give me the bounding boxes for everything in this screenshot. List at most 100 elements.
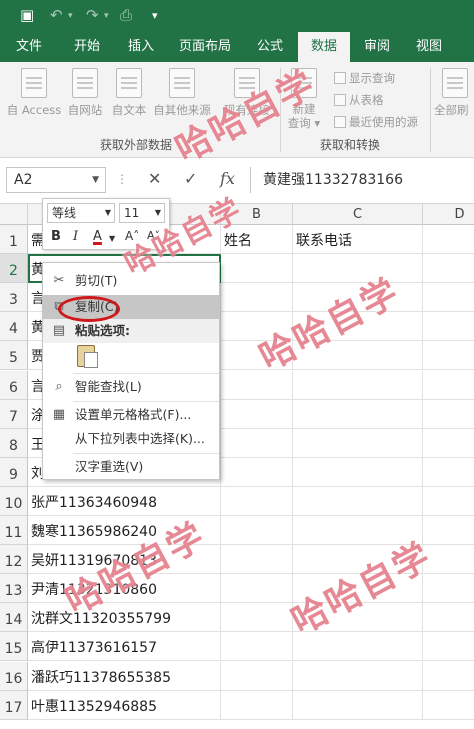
cell-c[interactable] — [293, 661, 423, 691]
print-preview-icon[interactable]: ⎙ — [120, 6, 132, 24]
redo-icon[interactable]: ↷ — [86, 6, 99, 24]
cell-d[interactable] — [423, 632, 474, 662]
recent-sources-button[interactable]: 最近使用的源 — [334, 114, 418, 130]
row-header[interactable]: 4 — [0, 312, 28, 342]
cell-d[interactable] — [423, 225, 474, 255]
cell-b[interactable] — [221, 486, 293, 516]
chevron-down-icon[interactable]: ▼ — [109, 234, 115, 243]
from-table-button[interactable]: 从表格 — [334, 92, 384, 108]
cell-d[interactable] — [423, 691, 474, 720]
font-color-button[interactable]: A — [93, 229, 102, 244]
cell-b[interactable] — [221, 399, 293, 429]
cell-b[interactable] — [221, 603, 293, 633]
menu-item-format-cells[interactable]: ▦ 设置单元格格式(F)... — [43, 403, 219, 427]
cell-a[interactable]: 高伊11373616157 — [28, 632, 221, 662]
tab-review[interactable]: 审阅 — [354, 32, 400, 62]
tab-insert[interactable]: 插入 — [118, 32, 164, 62]
cell-a[interactable]: 潘跃巧11378655385 — [28, 661, 221, 691]
cancel-icon[interactable]: ✕ — [148, 169, 161, 188]
show-queries-button[interactable]: 显示查询 — [334, 70, 395, 86]
row-header[interactable]: 9 — [0, 457, 28, 487]
undo-dropdown-icon[interactable]: ▾ — [68, 11, 73, 21]
cell-c[interactable] — [293, 399, 423, 429]
cell-b[interactable] — [221, 545, 293, 575]
cell-d[interactable] — [423, 574, 474, 604]
cell-b[interactable] — [221, 632, 293, 662]
chevron-down-icon[interactable]: ▼ — [92, 168, 99, 192]
column-header-c[interactable]: C — [293, 204, 423, 225]
font-size-field[interactable]: 11 ▼ — [119, 203, 165, 223]
cell-d[interactable] — [423, 371, 474, 400]
menu-item-pick-from-list[interactable]: 从下拉列表中选择(K)... — [43, 427, 219, 451]
cell-d[interactable] — [423, 662, 474, 691]
row-header[interactable]: 5 — [0, 341, 28, 371]
cell-c[interactable] — [293, 370, 423, 400]
cell-d[interactable] — [423, 603, 474, 633]
row-header[interactable]: 6 — [0, 370, 28, 400]
from-web-button[interactable]: 自网站 — [62, 68, 108, 118]
more-options-icon[interactable]: ⋮ — [116, 172, 128, 186]
row-header[interactable]: 10 — [0, 486, 28, 516]
cell-d[interactable] — [423, 400, 474, 429]
menu-item-reconvert[interactable]: 汉字重选(V) — [43, 455, 219, 479]
row-header[interactable]: 11 — [0, 516, 28, 546]
formula-input[interactable]: 黄建强11332783166 — [250, 167, 474, 193]
tab-home[interactable]: 开始 — [62, 32, 112, 62]
tab-view[interactable]: 视图 — [406, 32, 452, 62]
row-header[interactable]: 7 — [0, 399, 28, 429]
cell-b[interactable] — [221, 690, 293, 720]
save-icon[interactable]: ▣ — [20, 6, 34, 24]
customize-qat-icon[interactable]: ▾ — [152, 9, 158, 22]
refresh-all-button[interactable]: 全部刷 — [434, 68, 474, 118]
enter-icon[interactable]: ✓ — [184, 169, 197, 188]
row-header[interactable]: 13 — [0, 574, 28, 604]
cell-a[interactable]: 沈群文11320355799 — [28, 603, 221, 633]
chevron-down-icon[interactable]: ▼ — [105, 204, 111, 222]
cell-b[interactable] — [221, 661, 293, 691]
cell-d[interactable] — [423, 487, 474, 516]
tab-file[interactable]: 文件 — [6, 32, 52, 62]
tab-page-layout[interactable]: 页面布局 — [172, 32, 238, 62]
cell-d[interactable] — [423, 516, 474, 546]
bold-button[interactable]: B — [51, 229, 61, 244]
cell-d[interactable] — [423, 458, 474, 487]
font-name-field[interactable]: 等线 ▼ — [47, 203, 115, 223]
row-header[interactable]: 16 — [0, 661, 28, 691]
cell-a[interactable]: 张严11363460948 — [28, 486, 221, 516]
menu-item-smart-lookup[interactable]: ⌕ 智能查找(L) — [43, 375, 219, 399]
cell-a[interactable]: 叶惠11352946885 — [28, 690, 221, 720]
cell-d[interactable] — [423, 254, 474, 284]
cell-d[interactable] — [423, 312, 474, 342]
row-header[interactable]: 12 — [0, 545, 28, 575]
redo-dropdown-icon[interactable]: ▾ — [104, 11, 109, 21]
cell-c[interactable] — [293, 457, 423, 487]
cell-c[interactable]: 联系电话 — [293, 225, 423, 255]
cell-c[interactable] — [293, 486, 423, 516]
cell-c[interactable] — [293, 428, 423, 458]
cell-d[interactable] — [423, 341, 474, 371]
row-header[interactable]: 1 — [0, 225, 28, 255]
cell-b[interactable] — [221, 283, 293, 313]
italic-button[interactable]: I — [73, 229, 78, 244]
paste-icon[interactable] — [77, 345, 98, 368]
select-all-corner[interactable] — [0, 204, 28, 225]
undo-icon[interactable]: ↶ — [50, 6, 63, 24]
cell-d[interactable] — [423, 429, 474, 458]
row-header[interactable]: 14 — [0, 603, 28, 633]
row-header[interactable]: 8 — [0, 428, 28, 458]
tab-data[interactable]: 数据 — [298, 32, 350, 62]
from-text-button[interactable]: 自文本 — [106, 68, 152, 118]
tab-formulas[interactable]: 公式 — [246, 32, 294, 62]
name-box[interactable]: A2 ▼ — [6, 167, 106, 193]
from-access-button[interactable]: 自 Access — [4, 68, 64, 118]
row-header[interactable]: 17 — [0, 690, 28, 720]
column-header-d[interactable]: D — [423, 204, 474, 225]
cell-c[interactable] — [293, 690, 423, 720]
row-header[interactable]: 3 — [0, 283, 28, 313]
cell-b[interactable] — [221, 516, 293, 546]
row-header[interactable]: 15 — [0, 632, 28, 662]
cell-b[interactable] — [221, 254, 293, 284]
cell-b[interactable] — [221, 457, 293, 487]
cell-b[interactable] — [221, 428, 293, 458]
row-header[interactable]: 2 — [0, 254, 28, 284]
